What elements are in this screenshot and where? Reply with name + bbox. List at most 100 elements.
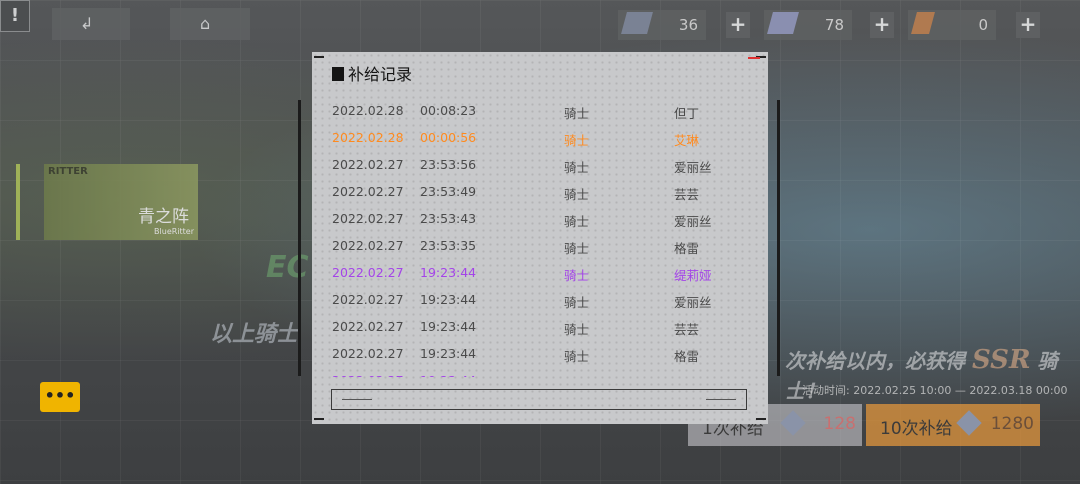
- record-time: 00:08:23: [420, 103, 477, 118]
- record-row: 2022.02.27 19:23:44 骑士 法蕾尔: [312, 367, 768, 377]
- record-rank: 骑士: [564, 241, 590, 256]
- ticket-icon: [621, 12, 653, 34]
- scroll-line-right: [706, 399, 736, 400]
- record-rank: 骑士: [564, 214, 590, 229]
- record-rank: 骑士: [564, 295, 590, 310]
- resource-crystal-value: 78: [824, 16, 844, 34]
- record-row: 2022.02.27 19:23:44 骑士 格雷: [312, 340, 768, 367]
- top-bar: ↲ ⌂ ! 36 + 78 + 0 +: [0, 0, 1080, 40]
- record-row: 2022.02.27 23:53:35 骑士 格雷: [312, 232, 768, 259]
- resource-can-value: 0: [978, 16, 988, 34]
- home-button[interactable]: ⌂: [170, 8, 250, 40]
- record-name: 格雷: [674, 349, 700, 364]
- record-name: 但丁: [674, 106, 700, 121]
- record-name: 爱丽丝: [674, 214, 712, 229]
- record-time: 23:53:49: [420, 184, 477, 199]
- add-can-button[interactable]: +: [1016, 12, 1040, 38]
- character-banner-card[interactable]: RITTER 青之阵 BlueRitter: [44, 164, 198, 240]
- record-rank: 骑士: [564, 187, 590, 202]
- close-indicator[interactable]: [748, 57, 760, 59]
- resource-crystal: 78: [764, 10, 852, 40]
- scroll-line-left: [342, 399, 372, 400]
- ten-supply-button[interactable]: 10次补给 1280: [866, 404, 1040, 446]
- record-date: 2022.02.28: [332, 103, 404, 118]
- card-name: 青之阵: [138, 207, 189, 227]
- record-rank: 骑士: [564, 160, 590, 175]
- record-date: 2022.02.27: [332, 238, 404, 253]
- record-rank: 骑士: [564, 106, 590, 121]
- record-time: 19:23:44: [420, 319, 477, 334]
- card-selected-indicator: [16, 164, 20, 240]
- record-row: 2022.02.27 23:53:56 骑士 爱丽丝: [312, 151, 768, 178]
- resource-can: 0: [908, 10, 996, 40]
- record-rank: 骑士: [564, 322, 590, 337]
- add-crystal-button[interactable]: +: [870, 12, 894, 38]
- record-row: 2022.02.28 00:00:56 骑士 艾琳: [312, 124, 768, 151]
- record-time: 19:23:44: [420, 292, 477, 307]
- record-row: 2022.02.28 00:08:23 骑士 但丁: [312, 97, 768, 124]
- record-row: 2022.02.27 19:23:44 骑士 芸芸: [312, 313, 768, 340]
- back-button[interactable]: ↲: [52, 8, 130, 40]
- record-date: 2022.02.27: [332, 373, 404, 377]
- record-time: 19:23:44: [420, 373, 476, 377]
- record-date: 2022.02.28: [332, 130, 404, 145]
- record-row: 2022.02.27 23:53:43 骑士 爱丽丝: [312, 205, 768, 232]
- record-rank: 骑士: [564, 373, 589, 377]
- exclamation-icon: !: [10, 5, 20, 26]
- record-name: 格雷: [674, 241, 700, 256]
- record-time: 19:23:44: [420, 346, 477, 361]
- resource-ticket: 36: [618, 10, 706, 40]
- record-time: 23:53:43: [420, 211, 477, 226]
- title-square-icon: [332, 67, 344, 81]
- card-subtitle: BlueRitter: [154, 227, 194, 236]
- record-time: 23:53:56: [420, 157, 477, 172]
- record-row: 2022.02.27 23:53:49 骑士 芸芸: [312, 178, 768, 205]
- card-tag: RITTER: [48, 166, 88, 177]
- record-date: 2022.02.27: [332, 292, 404, 307]
- corner-mark: [314, 418, 324, 420]
- record-name: 爱丽丝: [674, 160, 712, 175]
- record-row: 2022.02.27 19:23:44 骑士 爱丽丝: [312, 286, 768, 313]
- corner-mark: [314, 56, 324, 58]
- crystal-icon: [767, 12, 799, 34]
- promo-ssr: SSR: [971, 345, 1031, 375]
- record-time: 19:23:44: [420, 265, 477, 280]
- scroll-bar[interactable]: [331, 389, 747, 410]
- record-rank: 骑士: [564, 349, 590, 364]
- record-date: 2022.02.27: [332, 319, 404, 334]
- home-icon: ⌂: [200, 14, 211, 33]
- record-date: 2022.02.27: [332, 346, 404, 361]
- notice-button[interactable]: !: [0, 0, 30, 32]
- resource-ticket-value: 36: [678, 16, 698, 34]
- record-time: 00:00:56: [420, 130, 477, 145]
- crystal-icon: [956, 410, 982, 436]
- modal-fine-print: [332, 82, 752, 88]
- record-name: 芸芸: [674, 322, 700, 337]
- record-name: 艾琳: [674, 133, 700, 148]
- add-ticket-button[interactable]: +: [726, 12, 750, 38]
- record-name: 缇莉娅: [674, 268, 712, 283]
- record-name: 法蕾尔: [674, 373, 712, 377]
- record-list[interactable]: 2022.02.28 00:08:23 骑士 但丁 2022.02.28 00:00:56…: [312, 97, 768, 377]
- corner-mark: [756, 418, 766, 420]
- record-date: 2022.02.27: [332, 265, 404, 280]
- record-rank: 骑士: [564, 268, 590, 283]
- event-period: 活动时间: 2022.02.25 10:00 — 2022.03.18 00:0…: [802, 384, 1068, 397]
- record-row: 2022.02.27 19:23:44 骑士 缇莉娅: [312, 259, 768, 286]
- record-date: 2022.02.27: [332, 184, 404, 199]
- record-name: 爱丽丝: [674, 295, 712, 310]
- record-rank: 骑士: [564, 133, 590, 148]
- ten-supply-cost: 1280: [990, 414, 1034, 434]
- chat-bubble-icon: •••: [44, 386, 76, 405]
- back-arrow-icon: ↲: [80, 14, 94, 33]
- can-icon: [911, 12, 935, 34]
- chat-button[interactable]: •••: [40, 382, 80, 412]
- single-supply-cost: 128: [823, 414, 856, 434]
- modal-rail-right: [777, 100, 780, 376]
- bg-left-text: 以上骑士: [210, 322, 299, 347]
- record-time: 23:53:35: [420, 238, 477, 253]
- ten-supply-label: 10次补给: [880, 419, 953, 439]
- record-date: 2022.02.27: [332, 211, 404, 226]
- record-date: 2022.02.27: [332, 157, 404, 172]
- modal-rail-left: [298, 100, 301, 376]
